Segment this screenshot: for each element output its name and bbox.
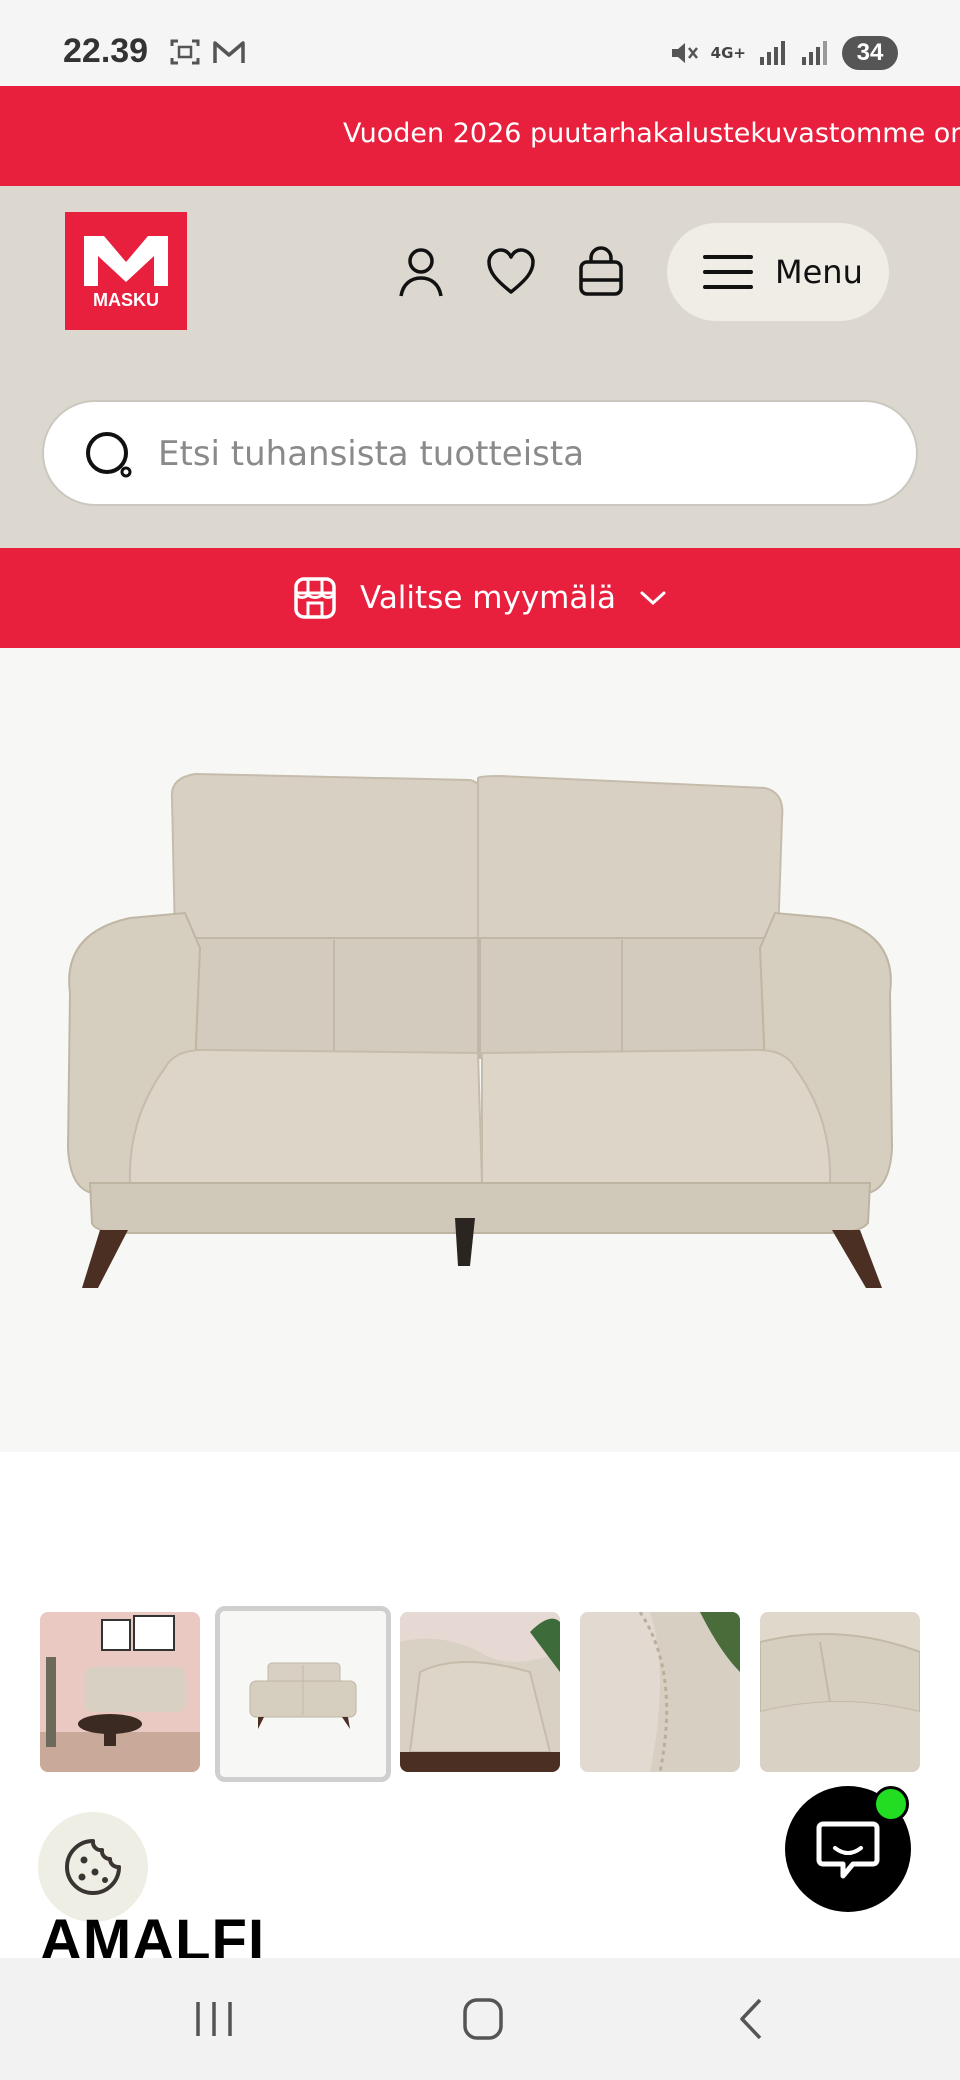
thumbnail-stitch-detail-image <box>580 1612 740 1772</box>
chevron-down-icon <box>640 591 666 606</box>
signal-icon-2 <box>802 41 827 65</box>
search-icon <box>86 432 132 478</box>
store-icon <box>294 577 336 619</box>
thumbnail-2-selected[interactable] <box>215 1606 391 1782</box>
cookie-settings-button[interactable] <box>38 1812 148 1922</box>
recent-apps-icon[interactable] <box>184 1994 244 2044</box>
chat-online-indicator <box>873 1786 909 1822</box>
thumbnail-cushion-detail-image <box>760 1612 920 1772</box>
screenshot-icon <box>170 39 200 65</box>
account-icon[interactable] <box>396 246 446 298</box>
masku-logo[interactable]: MASKU <box>65 212 187 330</box>
hamburger-icon <box>703 255 753 289</box>
wishlist-heart-icon[interactable] <box>486 246 536 298</box>
logo-m-icon <box>84 235 168 286</box>
product-main-image[interactable] <box>0 648 960 1452</box>
network-type: 4G+ <box>710 44 746 62</box>
thumbnail-5[interactable] <box>760 1612 920 1772</box>
promo-banner[interactable]: Vuoden 2026 puutarhakalustekuvastomme on… <box>0 86 960 186</box>
thumbnail-3[interactable] <box>400 1612 560 1772</box>
cart-bag-icon[interactable] <box>576 246 626 298</box>
back-icon[interactable] <box>724 1994 784 2044</box>
cookie-icon <box>65 1839 121 1895</box>
store-selector[interactable]: Valitse myymälä <box>0 548 960 648</box>
thumbnail-4[interactable] <box>580 1612 740 1772</box>
signal-icon <box>760 41 785 65</box>
thumbnail-arm-detail-image <box>400 1612 560 1772</box>
sofa-image <box>66 772 894 1288</box>
thumbnail-strip <box>0 1606 960 1782</box>
promo-text: Vuoden 2026 puutarhakalustekuvastomme on… <box>343 118 960 149</box>
thumbnail-room-image <box>40 1612 200 1772</box>
menu-button[interactable]: Menu <box>667 223 889 321</box>
logo-text: MASKU <box>93 289 159 310</box>
home-icon[interactable] <box>453 1994 513 2044</box>
thumbnail-1[interactable] <box>40 1612 200 1772</box>
system-nav-bar <box>0 1958 960 2080</box>
mute-icon <box>671 43 698 63</box>
status-bar: 22.39 4G+ 34 <box>0 0 960 86</box>
battery-indicator: 34 <box>842 36 898 70</box>
menu-label: Menu <box>775 253 863 291</box>
thumbnail-sofa-image <box>220 1611 386 1777</box>
store-selector-label: Valitse myymälä <box>360 580 616 616</box>
search-input[interactable] <box>156 422 860 486</box>
status-time: 22.39 <box>63 32 149 70</box>
chat-bubble-icon <box>816 1821 880 1879</box>
gmail-icon <box>213 41 245 63</box>
site-header: MASKU Menu <box>0 186 960 548</box>
search-box[interactable] <box>42 400 918 506</box>
